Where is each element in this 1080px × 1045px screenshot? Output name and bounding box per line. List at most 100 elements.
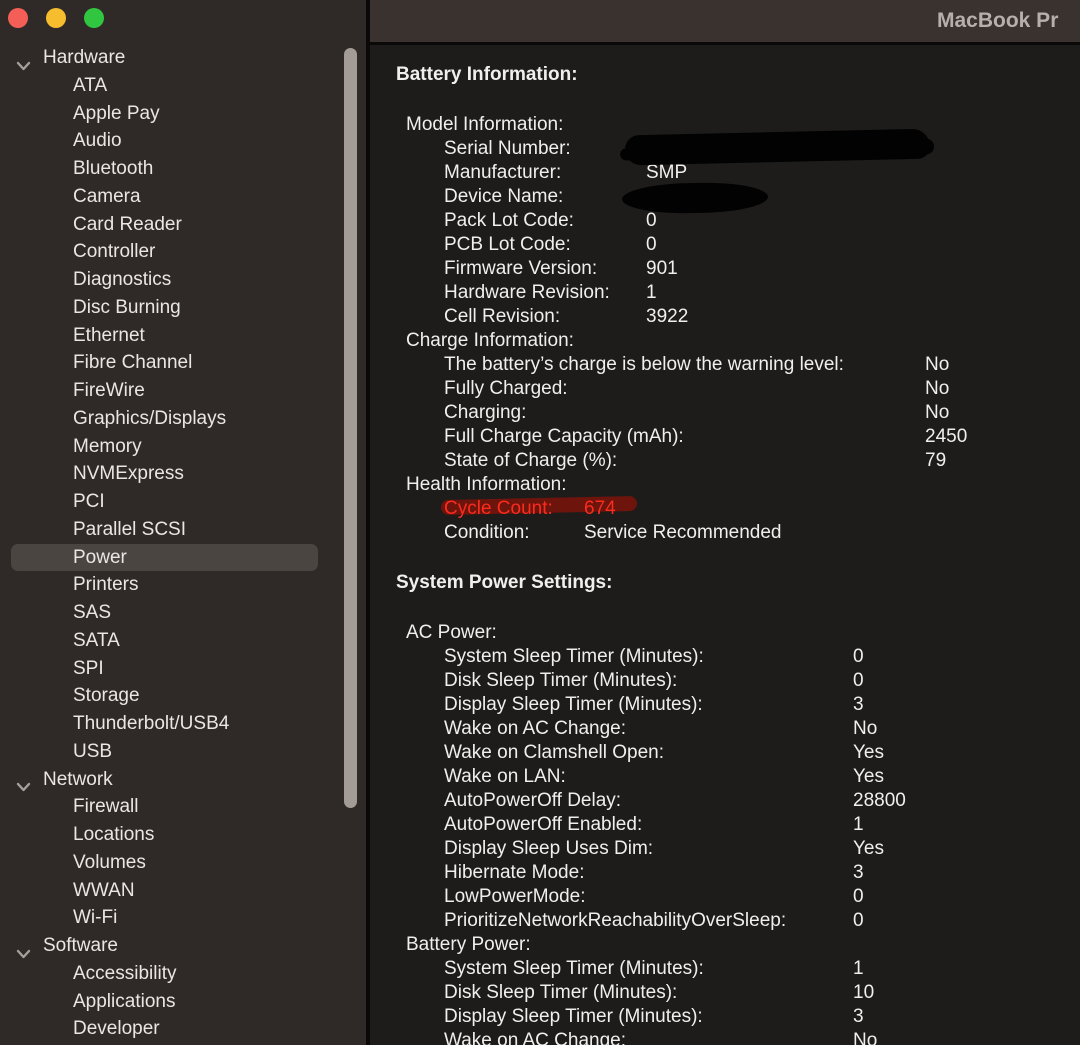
sidebar-item-memory[interactable]: Memory [0,433,366,461]
report-row-hibernate-mode: Hibernate Mode:3 [396,861,1080,885]
sidebar-item-graphics-displays[interactable]: Graphics/Displays [0,405,366,433]
row-label: PCB Lot Code: [444,233,646,257]
sidebar-item-nvmexpress[interactable]: NVMExpress [0,460,366,488]
minimize-button[interactable] [46,8,66,28]
row-label: Pack Lot Code: [444,209,646,233]
zoom-button[interactable] [84,8,104,28]
row-label: Cycle Count: [444,497,584,521]
row-label: Wake on AC Change: [444,1029,853,1045]
sidebar-item-disc-burning[interactable]: Disc Burning [0,294,366,322]
row-value: 0 [853,669,864,693]
row-value: No [853,1029,877,1045]
row-label: Display Sleep Uses Dim: [444,837,853,861]
row-value: 1 [853,813,864,837]
chevron-down-icon[interactable] [16,774,31,785]
report-row-firmware-version: Firmware Version:901 [396,257,1080,281]
sidebar-item-spi[interactable]: SPI [0,655,366,683]
sidebar-item-ethernet[interactable]: Ethernet [0,322,366,350]
row-value: Yes [853,741,884,765]
sidebar-item-accessibility[interactable]: Accessibility [0,960,366,988]
report-row-condition: Condition:Service Recommended [396,521,1080,545]
row-label: AutoPowerOff Delay: [444,789,853,813]
row-value: 0 [646,209,657,233]
sidebar-item-locations[interactable]: Locations [0,821,366,849]
row-value: 3 [853,861,864,885]
sidebar-item-firewire[interactable]: FireWire [0,377,366,405]
report-row-serial-number: Serial Number: [396,137,1080,161]
row-label: Disk Sleep Timer (Minutes): [444,669,853,693]
report-row-system-sleep-timer-minutes: System Sleep Timer (Minutes):1 [396,957,1080,981]
sidebar: HardwareATAApple PayAudioBluetoothCamera… [0,0,366,1045]
titlebar[interactable]: MacBook Pr [370,0,1080,45]
main-pane: MacBook Pr Battery Information:Model Inf… [370,0,1080,1045]
row-label: Charging: [444,401,925,425]
row-label: System Sleep Timer (Minutes): [444,645,853,669]
sidebar-item-sata[interactable]: SATA [0,627,366,655]
report-row-manufacturer: Manufacturer:SMP [396,161,1080,185]
row-label: Display Sleep Timer (Minutes): [444,693,853,717]
chevron-down-icon[interactable] [16,940,31,951]
row-label: Device Name: [444,185,646,209]
group-label-health-information: Health Information: [396,473,1080,497]
sidebar-item-apple-pay[interactable]: Apple Pay [0,100,366,128]
row-value: 674 [584,497,616,521]
report-row-display-sleep-timer-minutes: Display Sleep Timer (Minutes):3 [396,1005,1080,1029]
report-row-state-of-charge: State of Charge (%):79 [396,449,1080,473]
blank-line [396,545,1080,571]
sidebar-item-firewall[interactable]: Firewall [0,793,366,821]
row-value: 3922 [646,305,688,329]
sidebar-item-audio[interactable]: Audio [0,127,366,155]
sidebar-item-camera[interactable]: Camera [0,183,366,211]
row-value: No [925,377,949,401]
row-value: 901 [646,257,678,281]
row-value: 2450 [925,425,967,449]
row-label: Wake on LAN: [444,765,853,789]
traffic-lights [8,8,104,28]
report-row-wake-on-lan: Wake on LAN:Yes [396,765,1080,789]
sidebar-item-developer[interactable]: Developer [0,1015,366,1043]
sidebar-item-controller[interactable]: Controller [0,238,366,266]
row-label: Manufacturer: [444,161,646,185]
sidebar-item-volumes[interactable]: Volumes [0,849,366,877]
sidebar-group-software[interactable]: Software [0,932,366,960]
sidebar-item-storage[interactable]: Storage [0,682,366,710]
sidebar-item-fibre-channel[interactable]: Fibre Channel [0,349,366,377]
sidebar-group-hardware[interactable]: Hardware [0,44,366,72]
sidebar-item-sas[interactable]: SAS [0,599,366,627]
report-row-full-charge-capacity-mah: Full Charge Capacity (mAh):2450 [396,425,1080,449]
report-row-display-sleep-timer-minutes: Display Sleep Timer (Minutes):3 [396,693,1080,717]
row-label: System Sleep Timer (Minutes): [444,957,853,981]
row-value: Service Recommended [584,521,781,545]
row-value: 3 [853,1005,864,1029]
report-row-autopoweroff-delay: AutoPowerOff Delay:28800 [396,789,1080,813]
row-value: 79 [925,449,946,473]
sidebar-item-card-reader[interactable]: Card Reader [0,211,366,239]
sidebar-item-ata[interactable]: ATA [0,72,366,100]
sidebar-item-applications[interactable]: Applications [0,988,366,1016]
sidebar-item-thunderbolt-usb4[interactable]: Thunderbolt/USB4 [0,710,366,738]
sidebar-item-wi-fi[interactable]: Wi-Fi [0,904,366,932]
sidebar-item-usb[interactable]: USB [0,738,366,766]
report-row-cycle-count: Cycle Count:674 [396,497,1080,521]
close-button[interactable] [8,8,28,28]
report-row-wake-on-clamshell-open: Wake on Clamshell Open:Yes [396,741,1080,765]
sidebar-scrollbar[interactable] [344,48,357,808]
sidebar-item-pci[interactable]: PCI [0,488,366,516]
report-row-cell-revision: Cell Revision:3922 [396,305,1080,329]
sidebar-item-bluetooth[interactable]: Bluetooth [0,155,366,183]
sidebar-item-diagnostics[interactable]: Diagnostics [0,266,366,294]
row-value: 0 [853,909,864,933]
report-row-prioritizenetworkreachabilityoversleep: PrioritizeNetworkReachabilityOverSleep:0 [396,909,1080,933]
report-row-disk-sleep-timer-minutes: Disk Sleep Timer (Minutes):10 [396,981,1080,1005]
sidebar-group-label: Software [43,935,118,956]
row-label: Condition: [444,521,584,545]
sidebar-group-network[interactable]: Network [0,766,366,794]
sidebar-item-printers[interactable]: Printers [0,571,366,599]
row-label: The battery’s charge is below the warnin… [444,353,925,377]
sidebar-item-power[interactable]: Power [11,544,318,572]
sidebar-item-parallel-scsi[interactable]: Parallel SCSI [0,516,366,544]
sidebar-item-wwan[interactable]: WWAN [0,877,366,905]
chevron-down-icon[interactable] [16,52,31,63]
row-value: 1 [646,281,657,305]
row-value: 1 [853,957,864,981]
